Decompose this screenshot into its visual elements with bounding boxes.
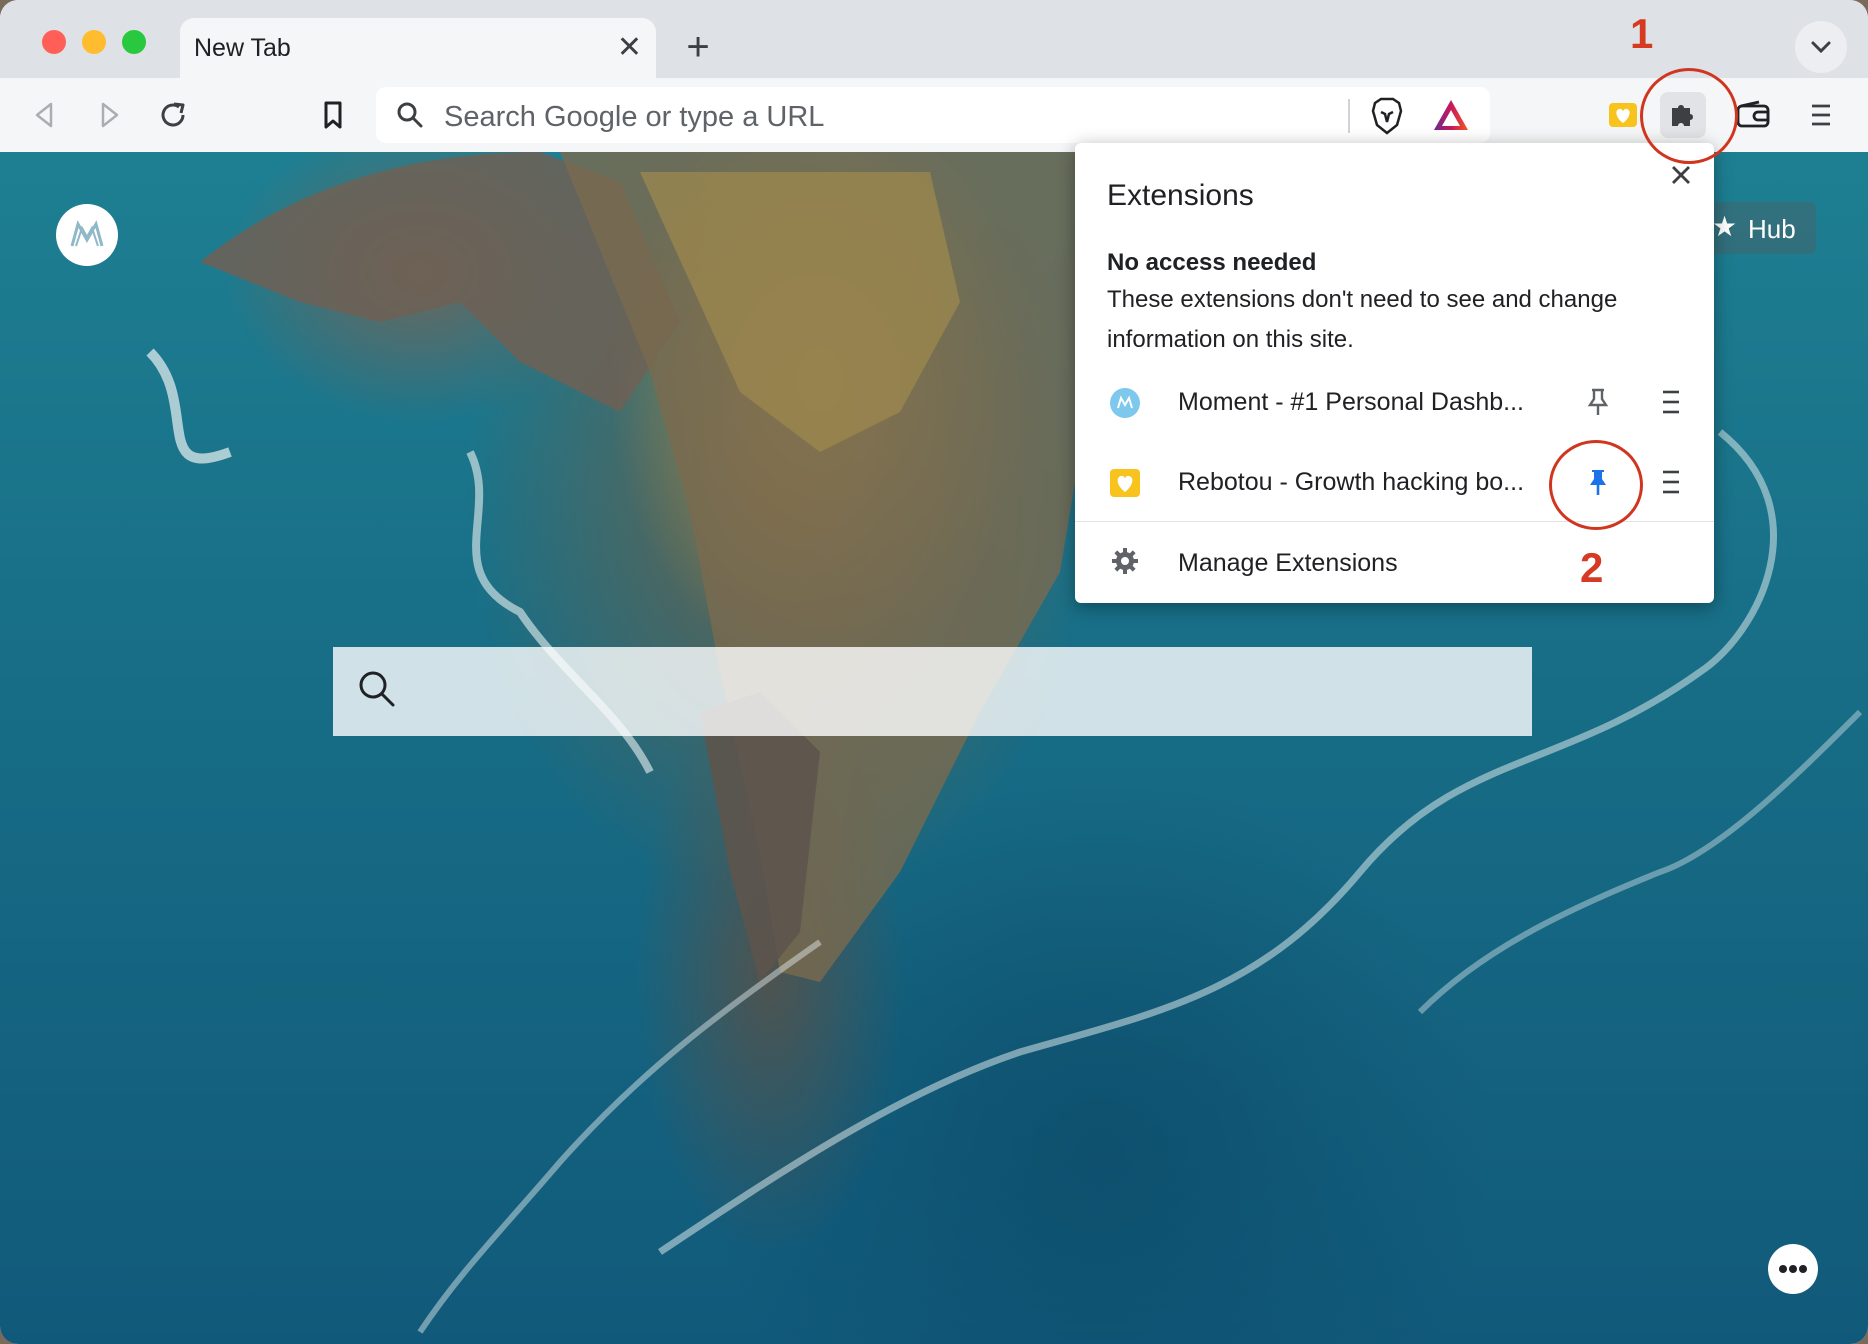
- extensions-popup: Extensions No access needed These extens…: [1075, 143, 1714, 603]
- forward-icon: [101, 102, 119, 128]
- gear-icon: [1112, 548, 1138, 574]
- rebotou-icon: [1110, 469, 1140, 497]
- menu-icon: [1663, 390, 1679, 414]
- more-dots-icon: [1779, 1265, 1807, 1273]
- search-icon: [359, 671, 395, 707]
- extension-row-moment[interactable]: Moment - #1 Personal Dashb...: [1075, 363, 1714, 443]
- star-icon: ★: [1712, 211, 1738, 242]
- section-title: No access needed: [1107, 249, 1317, 276]
- browser-window: New Tab ✕ + Search Google or type a URL: [0, 0, 1868, 1344]
- menu-icon: [1663, 470, 1679, 494]
- pin-outline-icon: [1587, 388, 1609, 415]
- search-icon: [397, 102, 423, 128]
- wallet-icon: [1736, 100, 1770, 128]
- window-close-button[interactable]: [42, 30, 66, 54]
- extension-menu-button[interactable]: [1659, 385, 1683, 419]
- menu-icon: [1812, 104, 1830, 126]
- annotation-circle-2: [1549, 440, 1643, 530]
- pin-button[interactable]: [1581, 385, 1615, 419]
- hub-label: Hub: [1748, 214, 1796, 244]
- window-maximize-button[interactable]: [122, 30, 146, 54]
- manage-extensions-label: Manage Extensions: [1178, 549, 1398, 577]
- omnibox-divider: [1348, 99, 1350, 133]
- reload-icon: [161, 102, 185, 127]
- popup-title: Extensions: [1107, 179, 1254, 212]
- more-options-button[interactable]: [1768, 1244, 1818, 1294]
- tab-title: New Tab: [194, 34, 291, 62]
- extension-name: Moment - #1 Personal Dashb...: [1178, 388, 1524, 416]
- annotation-circle-1: [1640, 68, 1738, 164]
- brave-shields-icon: [1371, 97, 1403, 135]
- new-tab-button[interactable]: +: [676, 26, 720, 70]
- annotation-number-2: 2: [1580, 544, 1604, 591]
- chevron-down-icon: [1811, 41, 1831, 54]
- manage-extensions-button[interactable]: Manage Extensions: [1075, 523, 1714, 601]
- hub-button[interactable]: ★ Hub: [1700, 202, 1816, 254]
- tab-strip: New Tab ✕ +: [0, 0, 1868, 78]
- section-description: These extensions don't need to see and c…: [1107, 286, 1618, 353]
- moment-icon: [1110, 388, 1140, 418]
- main-menu-button[interactable]: [1798, 92, 1844, 138]
- page-search-bar[interactable]: [333, 647, 1532, 736]
- extension-name: Rebotou - Growth hacking bo...: [1178, 468, 1525, 496]
- back-icon: [35, 102, 53, 128]
- bookmark-button[interactable]: [310, 92, 356, 138]
- tab-search-button[interactable]: [1795, 21, 1847, 73]
- moment-logo-icon: [70, 220, 104, 247]
- extension-menu-button[interactable]: [1659, 465, 1683, 499]
- omnibox-placeholder: Search Google or type a URL: [444, 101, 825, 133]
- reload-button[interactable]: [150, 92, 196, 138]
- window-minimize-button[interactable]: [82, 30, 106, 54]
- tab-new-tab[interactable]: New Tab ✕: [180, 18, 656, 78]
- bookmark-icon: [324, 101, 342, 129]
- brave-shields-button[interactable]: [1366, 95, 1408, 137]
- back-button[interactable]: [22, 92, 68, 138]
- forward-button[interactable]: [86, 92, 132, 138]
- omnibox[interactable]: Search Google or type a URL: [376, 87, 1490, 143]
- rebotou-extension-icon: [1609, 103, 1637, 127]
- moment-logo[interactable]: [56, 204, 118, 266]
- brave-rewards-button[interactable]: [1430, 95, 1472, 137]
- annotation-number-1: 1: [1630, 10, 1654, 57]
- toolbar: Search Google or type a URL: [0, 78, 1868, 153]
- brave-rewards-icon: [1434, 100, 1468, 130]
- tab-close-button[interactable]: ✕: [617, 30, 642, 66]
